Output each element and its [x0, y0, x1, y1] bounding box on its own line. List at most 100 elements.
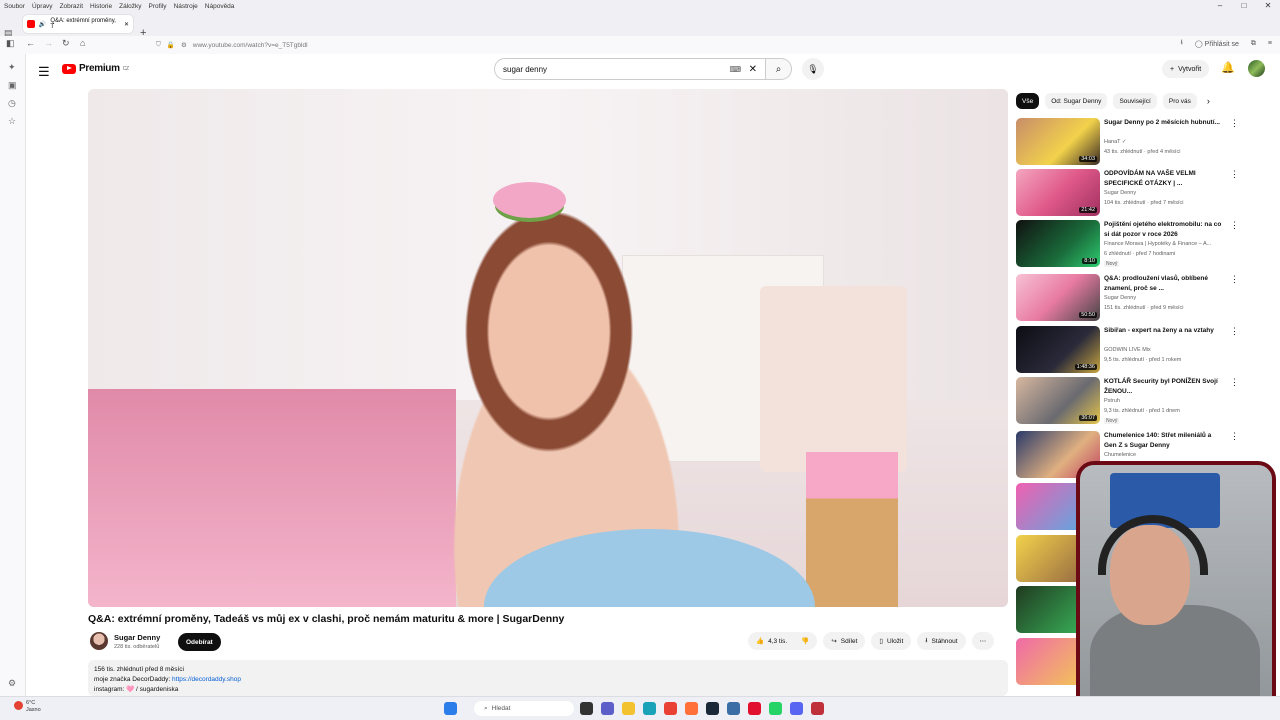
menu-item[interactable]: Nástroje: [174, 3, 198, 10]
home-icon[interactable]: ⌂: [80, 38, 85, 48]
chip-all[interactable]: Vše: [1016, 93, 1040, 109]
description-link[interactable]: https://decordaddy.shop: [172, 676, 241, 683]
video-thumbnail[interactable]: 36:07: [1016, 377, 1100, 424]
rec-channel[interactable]: Pstruh: [1104, 398, 1120, 404]
rec-channel[interactable]: Sugar Denny: [1104, 295, 1136, 301]
rec-title[interactable]: ODPOVÍDÁM NA VAŠE VELMI SPECIFICKÉ OTÁZK…: [1104, 169, 1222, 188]
teams-icon[interactable]: [601, 702, 614, 715]
recommended-video[interactable]: 34:03 Sugar Denny po 2 měsících hubnutí.…: [1016, 118, 1256, 166]
rec-title[interactable]: KOTLÁŘ Security byl PONÍŽEN Svojí ŽENOU.…: [1104, 377, 1222, 396]
hamburger-menu-icon[interactable]: ☰: [38, 64, 50, 80]
menu-item[interactable]: Záložky: [119, 3, 141, 10]
recommended-video[interactable]: 21:42 ODPOVÍDÁM NA VAŠE VELMI SPECIFICKÉ…: [1016, 169, 1256, 217]
chrome-icon[interactable]: [664, 702, 677, 715]
chip-for-you[interactable]: Pro vás: [1162, 93, 1197, 109]
menu-item[interactable]: Nápověda: [205, 3, 235, 10]
tab-close-icon[interactable]: ✕: [124, 21, 129, 28]
chevron-right-icon[interactable]: ›: [1207, 96, 1210, 106]
recommended-video[interactable]: 50:50 Q&A: prodloužení vlasů, oblíbené z…: [1016, 274, 1256, 322]
download-icon[interactable]: ⭳: [1180, 38, 1182, 49]
rec-title[interactable]: Q&A: prodloužení vlasů, oblíbené znamení…: [1104, 274, 1222, 293]
ai-icon[interactable]: ✦: [8, 62, 16, 73]
more-vert-icon[interactable]: ⋮: [1230, 326, 1239, 337]
voice-search-icon[interactable]: 🎙: [802, 58, 824, 80]
recommended-video[interactable]: 1:48:36 Sibiřan - expert na ženy a na vz…: [1016, 326, 1256, 374]
clear-search-icon[interactable]: ✕: [749, 64, 757, 75]
menu-item[interactable]: Historie: [90, 3, 112, 10]
discord-icon[interactable]: [790, 702, 803, 715]
more-vert-icon[interactable]: ⋮: [1230, 431, 1239, 442]
permissions-icon[interactable]: ⚙: [181, 41, 187, 49]
speaker-icon[interactable]: 🔊: [39, 21, 46, 28]
menu-item[interactable]: Zobrazit: [60, 3, 83, 10]
app-icon[interactable]: [727, 702, 740, 715]
keyboard-icon[interactable]: ⌨: [729, 65, 741, 74]
download-button[interactable]: ⭳ Stáhnout: [917, 632, 966, 650]
minimize-icon[interactable]: –: [1208, 0, 1232, 12]
search-input[interactable]: sugar denny ⌨ ✕: [494, 58, 766, 80]
whatsapp-icon[interactable]: [769, 702, 782, 715]
rec-channel[interactable]: Chumelenice: [1104, 452, 1136, 458]
search-button[interactable]: ⌕: [766, 58, 792, 80]
like-button[interactable]: 👍 4,3 tis. 👎: [748, 632, 818, 650]
notifications-bell-icon[interactable]: 🔔: [1221, 61, 1235, 74]
maximize-icon[interactable]: □: [1232, 0, 1256, 12]
weather-widget[interactable]: 6°C Jasno: [12, 700, 41, 714]
more-vert-icon[interactable]: ⋮: [1230, 118, 1239, 129]
dislike-icon[interactable]: 👎: [801, 637, 809, 645]
url-bar[interactable]: ⛉ 🔒 ⚙ www.youtube.com/watch?v=e_T5Tgbldl: [152, 38, 1112, 52]
firefox-icon[interactable]: [685, 702, 698, 715]
reload-icon[interactable]: ↻: [62, 38, 70, 49]
app-icon[interactable]: [811, 702, 824, 715]
rec-title[interactable]: Pojištění ojetého elektromobilu: na co s…: [1104, 220, 1222, 239]
opera-icon[interactable]: [748, 702, 761, 715]
bookmark-icon[interactable]: ☆: [8, 116, 16, 127]
settings-icon[interactable]: ⚙: [8, 678, 16, 689]
menu-icon[interactable]: ≡: [1268, 40, 1272, 47]
rec-title[interactable]: Chumelenice 140: Střet mileniálů a Gen Z…: [1104, 431, 1222, 450]
video-thumbnail[interactable]: 50:50: [1016, 274, 1100, 321]
more-vert-icon[interactable]: ⋮: [1230, 274, 1239, 285]
rec-title[interactable]: Sibiřan - expert na ženy a na vztahy: [1104, 326, 1222, 336]
video-thumbnail[interactable]: 1:48:36: [1016, 326, 1100, 373]
url-text[interactable]: www.youtube.com/watch?v=e_T5Tgbldl: [193, 42, 308, 49]
windows-start-icon[interactable]: [444, 702, 457, 715]
more-actions-icon[interactable]: ⋯: [971, 632, 995, 650]
task-view-icon[interactable]: [580, 702, 593, 715]
menu-item[interactable]: Profily: [149, 3, 167, 10]
youtube-logo[interactable]: Premium CZ: [62, 63, 129, 74]
share-button[interactable]: ↪ Sdílet: [823, 632, 866, 650]
close-icon[interactable]: ✕: [1256, 0, 1280, 12]
menu-item[interactable]: Úpravy: [32, 3, 53, 10]
chip-from-channel[interactable]: Od: Sugar Denny: [1045, 93, 1108, 109]
extensions-icon[interactable]: ⧉: [1251, 40, 1256, 48]
shield-icon[interactable]: ⛉: [156, 41, 161, 49]
taskbar-search[interactable]: ⌕ Hledat: [474, 701, 574, 716]
back-icon[interactable]: ←: [26, 38, 35, 48]
create-button[interactable]: + Vytvořit: [1162, 60, 1210, 78]
rec-channel[interactable]: Sugar Denny: [1104, 190, 1136, 196]
edge-icon[interactable]: [643, 702, 656, 715]
recommended-video[interactable]: 8:10 Pojištění ojetého elektromobilu: na…: [1016, 220, 1256, 268]
rec-title[interactable]: Sugar Denny po 2 měsících hubnutí...: [1104, 118, 1222, 128]
channel-name[interactable]: Sugar Denny: [114, 633, 160, 642]
channel-avatar[interactable]: [90, 632, 108, 650]
video-player[interactable]: [88, 89, 1008, 607]
forward-icon[interactable]: →: [44, 38, 53, 48]
browser-tab[interactable]: 🔊 Q&A: extrémní proměny, T ✕: [23, 15, 133, 33]
rec-channel[interactable]: Finance Morava | Hypotéky & Finance – A.…: [1104, 241, 1211, 247]
lock-icon[interactable]: 🔒: [167, 41, 175, 49]
video-thumbnail[interactable]: 34:03: [1016, 118, 1100, 165]
menu-item[interactable]: Soubor: [4, 3, 25, 10]
recommended-video[interactable]: 36:07 KOTLÁŘ Security byl PONÍŽEN Svojí …: [1016, 377, 1256, 425]
account-icon[interactable]: ◯ Přihlásit se: [1195, 40, 1239, 48]
video-description[interactable]: 156 tis. zhlédnutí před 8 měsíci moje zn…: [88, 660, 1008, 696]
video-thumbnail[interactable]: 8:10: [1016, 220, 1100, 267]
video-thumbnail[interactable]: 21:42: [1016, 169, 1100, 216]
chip-related[interactable]: Související: [1113, 93, 1157, 109]
subscribe-button[interactable]: Odebírat: [178, 633, 221, 651]
clock-icon[interactable]: ◷: [8, 98, 16, 109]
rec-channel[interactable]: GODWIN LIVE Mix: [1104, 347, 1151, 353]
more-vert-icon[interactable]: ⋮: [1230, 220, 1239, 231]
more-vert-icon[interactable]: ⋮: [1230, 169, 1239, 180]
